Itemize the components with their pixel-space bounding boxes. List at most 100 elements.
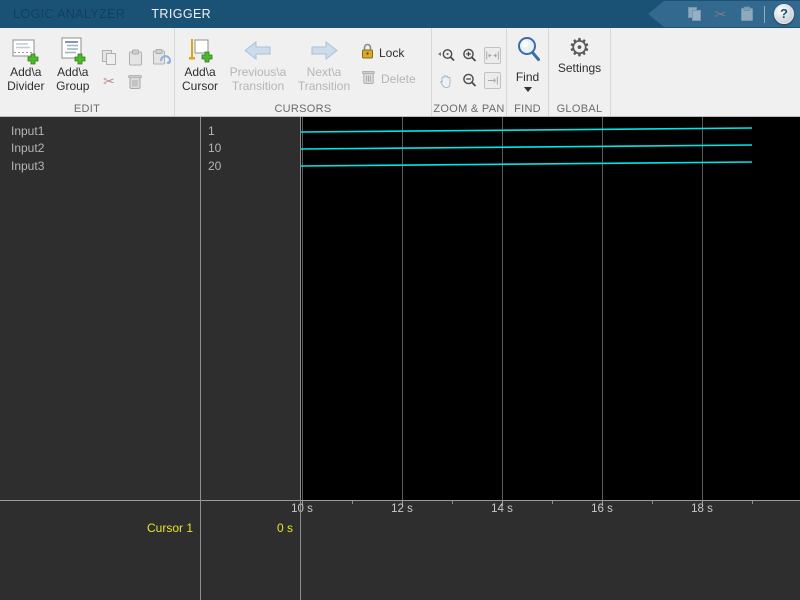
paste-button[interactable] (122, 45, 148, 69)
add-group-label-line1: Add\a (57, 65, 89, 79)
find-icon (514, 35, 542, 70)
gear-icon: ⚙ (568, 34, 591, 62)
name-value-divider[interactable] (200, 117, 201, 600)
signal-trace-input3 (300, 161, 753, 167)
titlebar: LOGIC ANALYZER TRIGGER ✂ ? (0, 0, 800, 28)
quick-access-separator (764, 5, 765, 23)
add-cursor-icon (185, 36, 215, 66)
axis-minor-tick (652, 501, 653, 504)
axis-tick-label: 10 s (291, 503, 313, 515)
cursors-section-label: CURSORS (274, 103, 332, 115)
axis-tick-label: 18 s (691, 503, 713, 515)
find-button[interactable]: Find (514, 33, 542, 92)
delete-label: Delete (381, 71, 416, 86)
signal-trace-input2 (300, 144, 753, 150)
paste-special-button[interactable] (148, 45, 174, 69)
channel-row-input1[interactable]: Input1 1 (0, 122, 300, 140)
empty-cell (148, 69, 174, 93)
signal-trace-input1 (300, 127, 753, 133)
next-transition-button[interactable]: Next\a Transition (291, 33, 357, 93)
find-dropdown-caret-icon (523, 87, 532, 92)
cut-icon[interactable]: ✂ (712, 6, 729, 23)
previous-transition-icon (242, 36, 274, 66)
delete-cursor-button[interactable]: Delete (361, 69, 416, 88)
zoom-pan-section-label: ZOOM & PAN (433, 103, 505, 115)
toolstrip: Add\a Divider Add\a Group ✂ EDIT Add\a C… (0, 28, 800, 123)
cut-button[interactable]: ✂ (96, 69, 122, 93)
signal-traces (300, 127, 753, 167)
fit-to-view-button[interactable] (481, 43, 504, 68)
zoom-pan-grid (435, 43, 504, 93)
find-section-label: FIND (514, 103, 541, 115)
value-plot-divider[interactable] (300, 117, 301, 600)
collapse-toolstrip-button[interactable] (770, 100, 790, 123)
settings-button[interactable]: ⚙ Settings (558, 33, 601, 75)
cursor-name: Cursor 1 (146, 521, 193, 535)
zoom-to-cursor-button[interactable] (481, 68, 504, 93)
zoom-in-button[interactable] (458, 43, 481, 68)
channel-row-input3[interactable]: Input3 20 (0, 157, 300, 175)
lock-icon (361, 43, 374, 62)
lock-delete-column: Lock Delete (361, 43, 416, 88)
waveform-plot[interactable] (300, 117, 800, 500)
delete-icon (361, 69, 376, 88)
cursor-panel: Cursor 1 0 s (0, 518, 800, 600)
axis-tick-label: 16 s (591, 503, 613, 515)
next-transition-label-line2: Transition (297, 78, 351, 93)
channel-rows: Input1 1 Input2 10 Input3 20 (0, 122, 300, 175)
channel-row-input2[interactable]: Input2 10 (0, 140, 300, 158)
previous-transition-button[interactable]: Previous\a Transition (225, 33, 291, 93)
toolstrip-section-zoom-pan: ZOOM & PAN (432, 28, 507, 116)
channel-value: 20 (208, 158, 222, 173)
toolstrip-section-cursors: Add\a Cursor Previous\a Transition Next\… (175, 28, 432, 116)
toolstrip-section-find: Find FIND (507, 28, 549, 116)
quick-access-toolbar: ✂ ? (648, 1, 800, 27)
previous-transition-label-line2: Transition (231, 78, 285, 93)
next-transition-icon (308, 36, 340, 66)
copy-icon[interactable] (686, 6, 703, 23)
channel-rail: Input1 1 Input2 10 Input3 20 (0, 117, 300, 500)
channel-value: 10 (208, 141, 222, 156)
logic-analyzer-window: LOGIC ANALYZER TRIGGER ✂ ? Add\a Divider (0, 0, 800, 600)
zoom-out-button[interactable] (458, 68, 481, 93)
time-axis: 10 s 12 s 14 s 16 s 18 s (0, 500, 800, 518)
pan-button[interactable] (435, 68, 458, 93)
axis-minor-tick (352, 501, 353, 504)
channel-name: Input2 (11, 141, 45, 156)
delete-edit-button[interactable] (122, 69, 148, 93)
copy-button[interactable] (96, 45, 122, 69)
add-group-button[interactable]: Add\a Group (52, 33, 94, 93)
axis-minor-tick (752, 501, 753, 504)
add-divider-label-line2: Divider (7, 78, 45, 93)
channel-name: Input1 (11, 123, 45, 138)
zoom-in-x-button[interactable] (435, 43, 458, 68)
find-label: Find (515, 70, 540, 84)
add-cursor-label-line2: Cursor (181, 78, 218, 93)
edit-section-label: EDIT (73, 103, 101, 115)
next-transition-label-line1: Next\a (306, 65, 342, 79)
add-divider-icon (11, 36, 41, 66)
help-button[interactable]: ? (774, 4, 794, 24)
toolstrip-section-global: ⚙ Settings GLOBAL (549, 28, 611, 116)
channel-value: 1 (208, 123, 215, 138)
previous-transition-label-line1: Previous\a (229, 65, 287, 79)
toolstrip-spacer (611, 28, 800, 123)
add-group-icon (58, 36, 88, 66)
add-divider-button[interactable]: Add\a Divider (0, 33, 52, 93)
cursor-row[interactable]: Cursor 1 0 s (0, 521, 300, 538)
toolstrip-section-edit: Add\a Divider Add\a Group ✂ EDIT (0, 28, 175, 116)
axis-minor-tick (552, 501, 553, 504)
cursor-value: 0 s (276, 521, 293, 535)
tab-logic-analyzer[interactable]: LOGIC ANALYZER (0, 0, 138, 28)
settings-label: Settings (557, 61, 602, 75)
channel-name: Input3 (11, 158, 45, 173)
paste-icon[interactable] (738, 6, 755, 23)
add-cursor-button[interactable]: Add\a Cursor (175, 33, 225, 93)
global-section-label: GLOBAL (556, 103, 603, 115)
add-cursor-label-line1: Add\a (184, 65, 216, 79)
edit-mini-buttons: ✂ (96, 45, 174, 93)
lock-button[interactable]: Lock (361, 43, 416, 62)
axis-tick-label: 14 s (491, 503, 513, 515)
add-group-label-line2: Group (56, 78, 90, 93)
tab-trigger[interactable]: TRIGGER (138, 0, 224, 28)
